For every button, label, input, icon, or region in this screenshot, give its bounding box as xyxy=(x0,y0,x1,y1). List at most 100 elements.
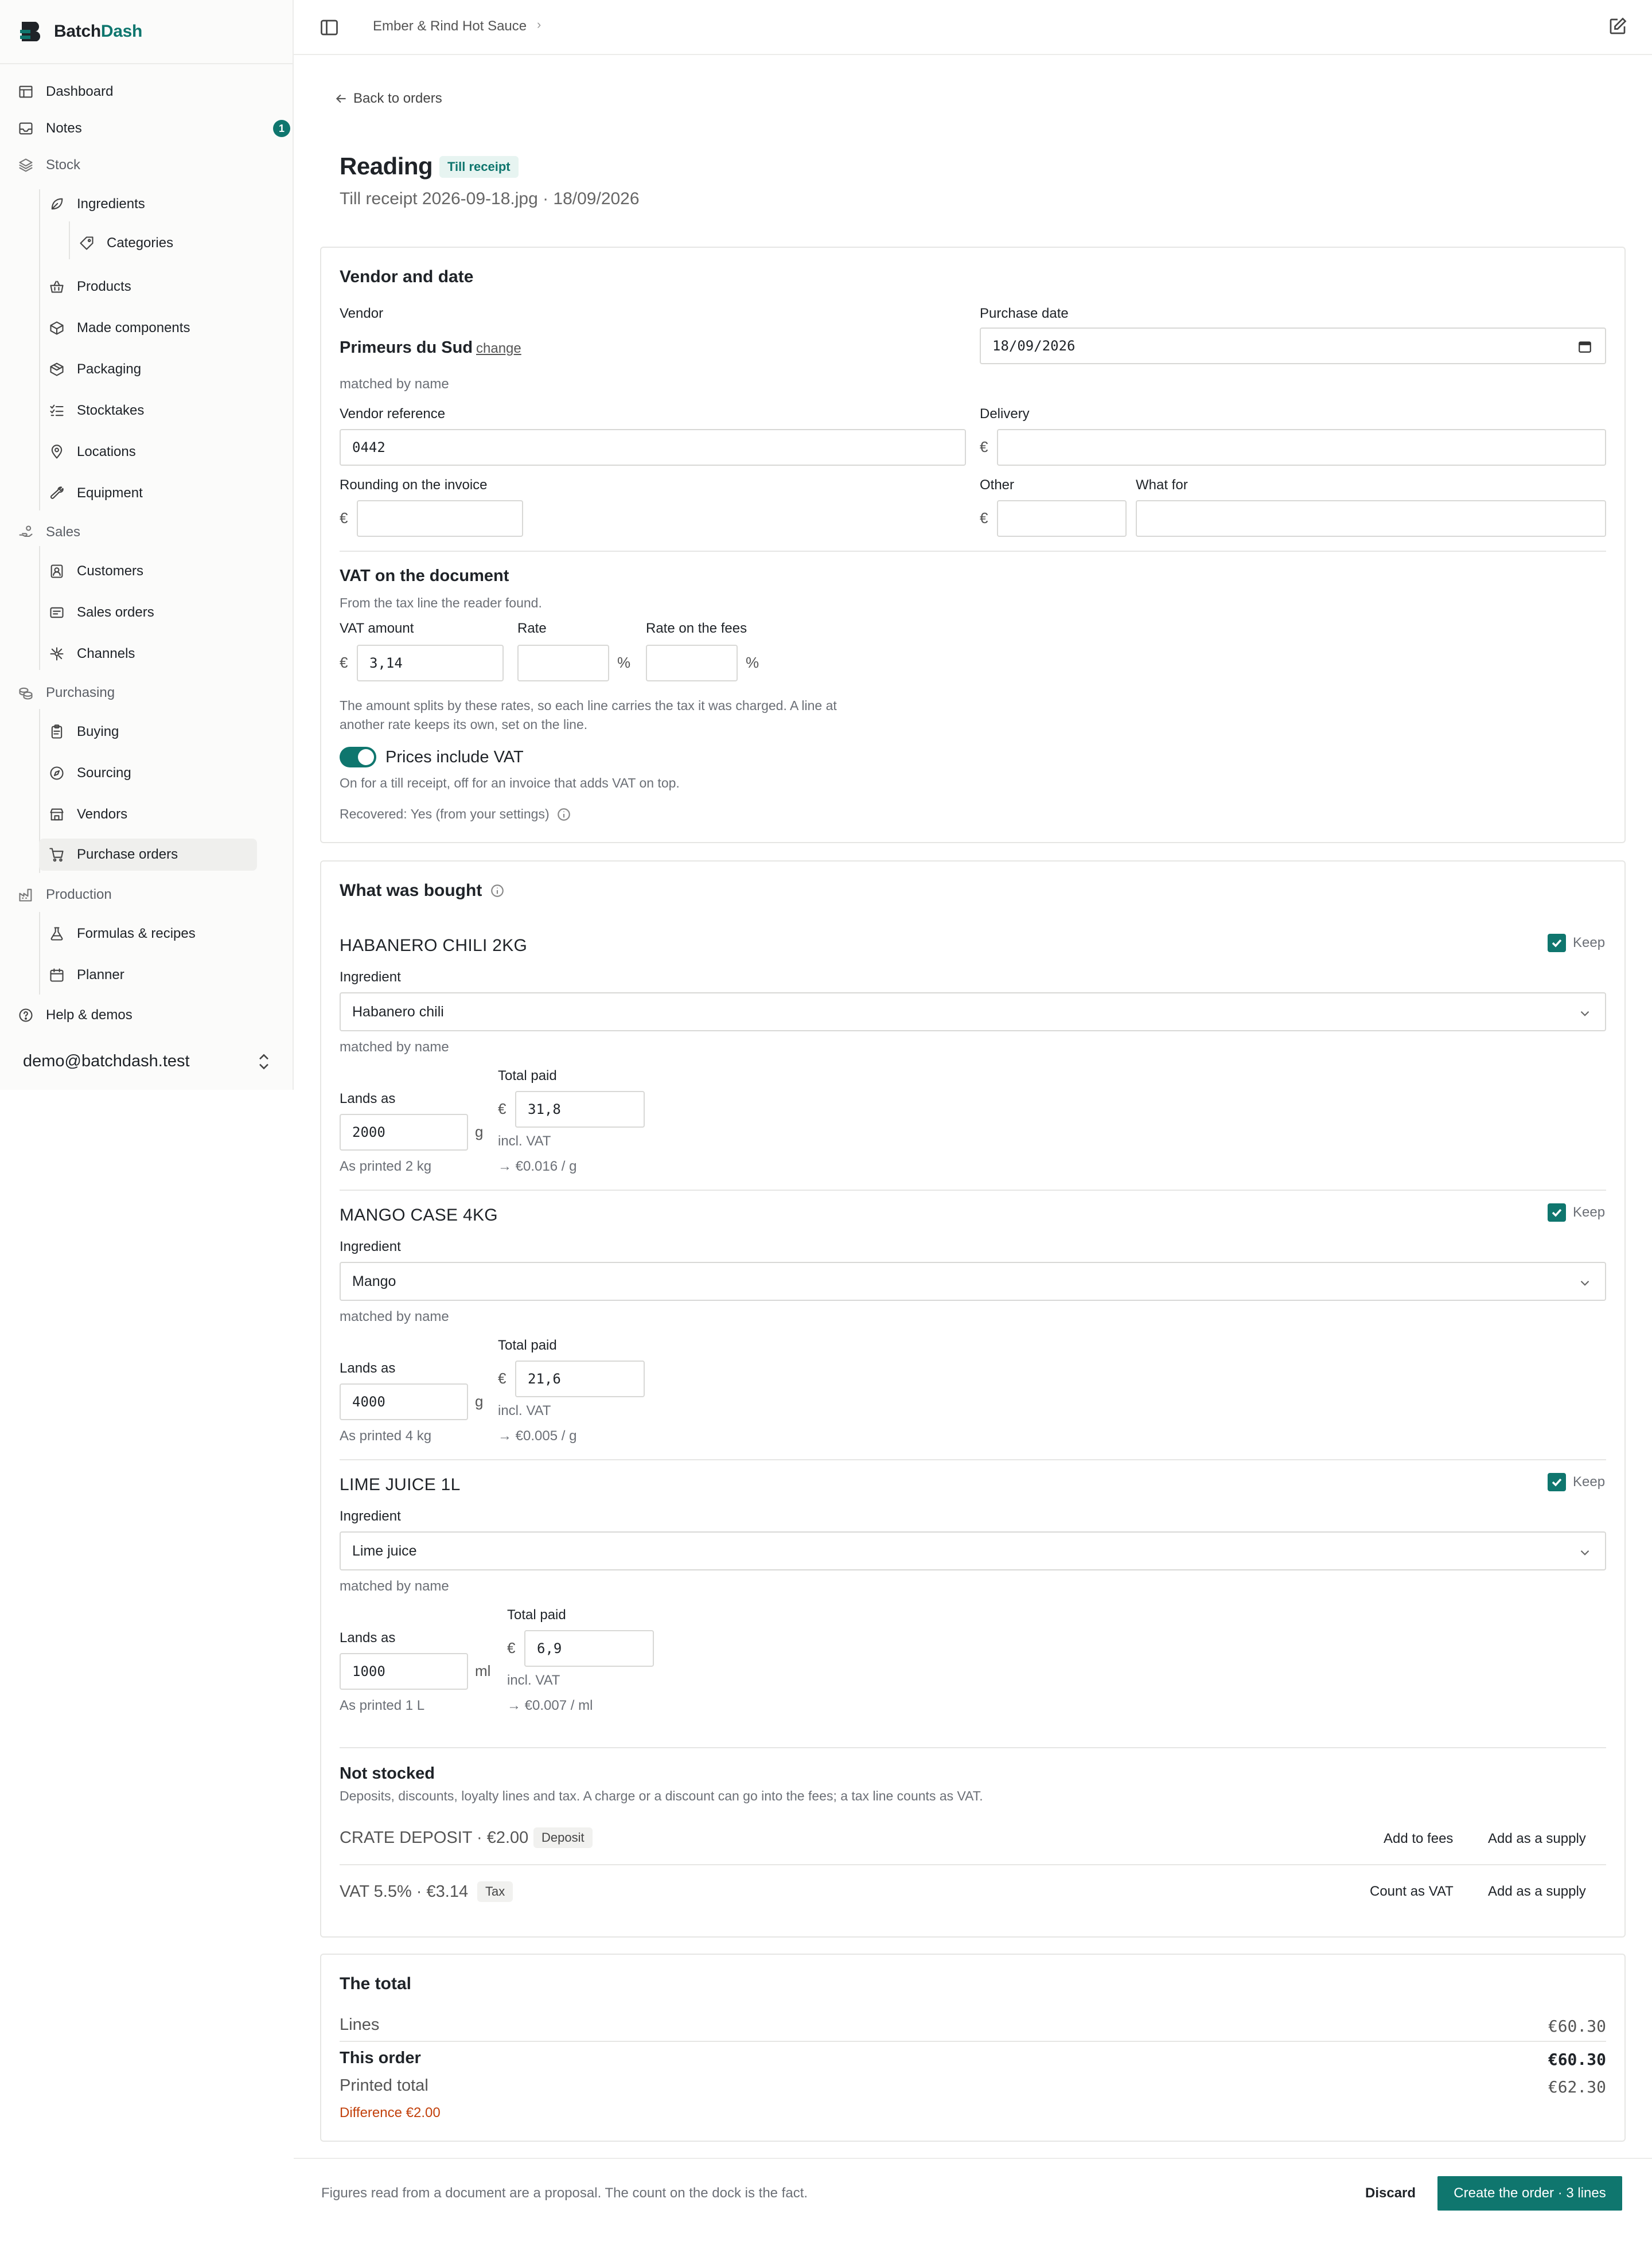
sidebar-item-label: Equipment xyxy=(77,485,143,501)
prices-include-vat-toggle[interactable] xyxy=(340,747,376,767)
keep-checkbox[interactable] xyxy=(1548,1473,1566,1491)
ingredient-value: Mango xyxy=(352,1273,396,1289)
change-vendor-link[interactable]: change xyxy=(476,341,521,357)
chevron-down-icon xyxy=(1580,1011,1589,1016)
sidebar-group-sales[interactable]: Sales xyxy=(17,516,80,548)
what-for-input[interactable] xyxy=(1136,500,1606,537)
keep-checkbox[interactable] xyxy=(1548,934,1566,952)
sidebar-toggle-icon[interactable] xyxy=(319,17,340,38)
sidebar-item-customers[interactable]: Customers xyxy=(48,555,143,587)
fees-rate-input[interactable] xyxy=(646,645,738,681)
lands-as-label: Lands as xyxy=(340,1091,396,1106)
batchdash-logo-icon xyxy=(20,22,41,41)
sidebar-item-dashboard[interactable]: Dashboard xyxy=(17,76,113,108)
breadcrumb[interactable]: Ember & Rind Hot Sauce xyxy=(373,18,527,34)
sidebar-item-formulas[interactable]: Formulas & recipes xyxy=(48,918,196,950)
as-printed-note: As printed 1 L xyxy=(340,1698,425,1713)
total-paid-input[interactable]: 6,9 xyxy=(524,1630,654,1667)
info-icon[interactable] xyxy=(490,883,505,898)
sidebar-item-label: Vendors xyxy=(77,806,128,822)
package-icon xyxy=(48,361,65,378)
ingredient-label: Ingredient xyxy=(340,1509,401,1524)
vat-help-line: another rate keeps its own, set on the l… xyxy=(340,717,588,732)
lands-as-input[interactable]: 4000 xyxy=(340,1383,468,1420)
add-to-fees-button[interactable]: Add to fees xyxy=(1384,1831,1453,1847)
lands-as-value: 2000 xyxy=(352,1124,385,1140)
purchase-date-input[interactable]: 18/09/2026 xyxy=(980,328,1606,364)
sidebar-item-channels[interactable]: Channels xyxy=(48,638,135,670)
count-as-vat-button[interactable]: Count as VAT xyxy=(1370,1884,1454,1900)
vat-rate-input[interactable] xyxy=(517,645,609,681)
sidebar-item-purchase-orders[interactable]: Purchase orders xyxy=(39,839,257,871)
back-to-orders-link[interactable]: Back to orders xyxy=(334,91,442,107)
lands-as-input[interactable]: 2000 xyxy=(340,1114,468,1151)
calendar-icon xyxy=(48,966,65,984)
total-paid-value: 21,6 xyxy=(528,1371,561,1387)
compose-icon[interactable] xyxy=(1607,16,1628,37)
incl-vat-note: incl. VAT xyxy=(507,1673,560,1688)
purchase-date-label: Purchase date xyxy=(980,306,1069,321)
sidebar-item-products[interactable]: Products xyxy=(48,271,131,303)
clipboard-icon xyxy=(48,723,65,740)
sidebar-item-label: Dashboard xyxy=(46,84,114,99)
sidebar-item-label: Production xyxy=(46,887,112,902)
calendar-picker-icon[interactable] xyxy=(1577,339,1592,354)
info-icon[interactable] xyxy=(556,807,571,822)
sidebar-item-stocktakes[interactable]: Stocktakes xyxy=(48,395,144,427)
account-switcher[interactable]: demo@batchdash.test xyxy=(0,1042,293,1081)
notes-count-badge: 1 xyxy=(273,120,290,137)
sidebar-item-categories[interactable]: Categories xyxy=(78,227,173,259)
sidebar-item-ingredients[interactable]: Ingredients xyxy=(48,188,145,220)
lands-as-value: 4000 xyxy=(352,1394,385,1410)
sidebar-group-production[interactable]: Production xyxy=(17,879,112,911)
delivery-input[interactable] xyxy=(997,429,1606,466)
sidebar-group-stock[interactable]: Stock xyxy=(17,149,80,181)
extra-line-label: VAT 5.5% · €3.14 xyxy=(340,1882,469,1901)
discard-button[interactable]: Discard xyxy=(1365,2185,1416,2201)
other-label: Other xyxy=(980,477,1015,493)
ingredient-select[interactable]: Lime juice xyxy=(340,1531,1606,1570)
sidebar-item-label: Sales orders xyxy=(77,605,154,620)
sidebar-item-planner[interactable]: Planner xyxy=(48,959,124,991)
create-order-button[interactable]: Create the order · 3 lines xyxy=(1437,2176,1622,2211)
total-paid-input[interactable]: 31,8 xyxy=(515,1091,645,1128)
brand[interactable]: BatchDash xyxy=(0,0,293,64)
sidebar-item-packaging[interactable]: Packaging xyxy=(48,353,141,385)
sidebar-item-notes[interactable]: Notes 1 xyxy=(17,112,293,145)
ingredient-select[interactable]: Habanero chili xyxy=(340,992,1606,1031)
sidebar-item-equipment[interactable]: Equipment xyxy=(48,477,143,509)
order-total-value: €60.30 xyxy=(1548,2050,1606,2069)
vendor-reference-input[interactable]: 0442 xyxy=(340,429,966,466)
toggle-knob xyxy=(358,749,374,765)
total-paid-input[interactable]: 21,6 xyxy=(515,1361,645,1397)
rate-label: Rate xyxy=(517,621,547,636)
vat-currency: € xyxy=(340,654,348,671)
keep-checkbox[interactable] xyxy=(1548,1203,1566,1222)
help-icon xyxy=(17,1007,34,1024)
as-printed-note: As printed 2 kg xyxy=(340,1159,432,1174)
check-icon xyxy=(1552,1478,1562,1487)
other-fee-input[interactable] xyxy=(997,500,1127,537)
vat-amount-input[interactable]: 3,14 xyxy=(357,645,504,681)
rounding-input[interactable] xyxy=(357,500,523,537)
keep-label: Keep xyxy=(1573,935,1606,950)
sidebar-item-sourcing[interactable]: Sourcing xyxy=(48,757,131,789)
sidebar-item-sales-orders[interactable]: Sales orders xyxy=(48,597,154,629)
ingredient-value: Habanero chili xyxy=(352,1003,444,1020)
page-title: Reading xyxy=(340,153,433,180)
sidebar-item-made-components[interactable]: Made components xyxy=(48,312,190,344)
sidebar-item-help[interactable]: Help & demos xyxy=(17,999,133,1031)
sidebar-item-locations[interactable]: Locations xyxy=(48,436,136,468)
sidebar-item-label: Sourcing xyxy=(77,765,131,781)
sidebar-item-vendors[interactable]: Vendors xyxy=(48,798,127,831)
sidebar-item-buying[interactable]: Buying xyxy=(48,716,119,748)
total-divider xyxy=(340,2041,1606,2042)
add-as-supply-button[interactable]: Add as a supply xyxy=(1488,1831,1586,1847)
lands-as-input[interactable]: 1000 xyxy=(340,1653,468,1690)
add-as-supply-button[interactable]: Add as a supply xyxy=(1488,1884,1586,1900)
lands-as-label: Lands as xyxy=(340,1361,396,1376)
ingredient-select[interactable]: Mango xyxy=(340,1262,1606,1301)
bought-card-header: What was bought xyxy=(340,881,505,901)
sidebar-group-purchasing[interactable]: Purchasing xyxy=(17,677,115,709)
tag-icon xyxy=(78,235,95,252)
